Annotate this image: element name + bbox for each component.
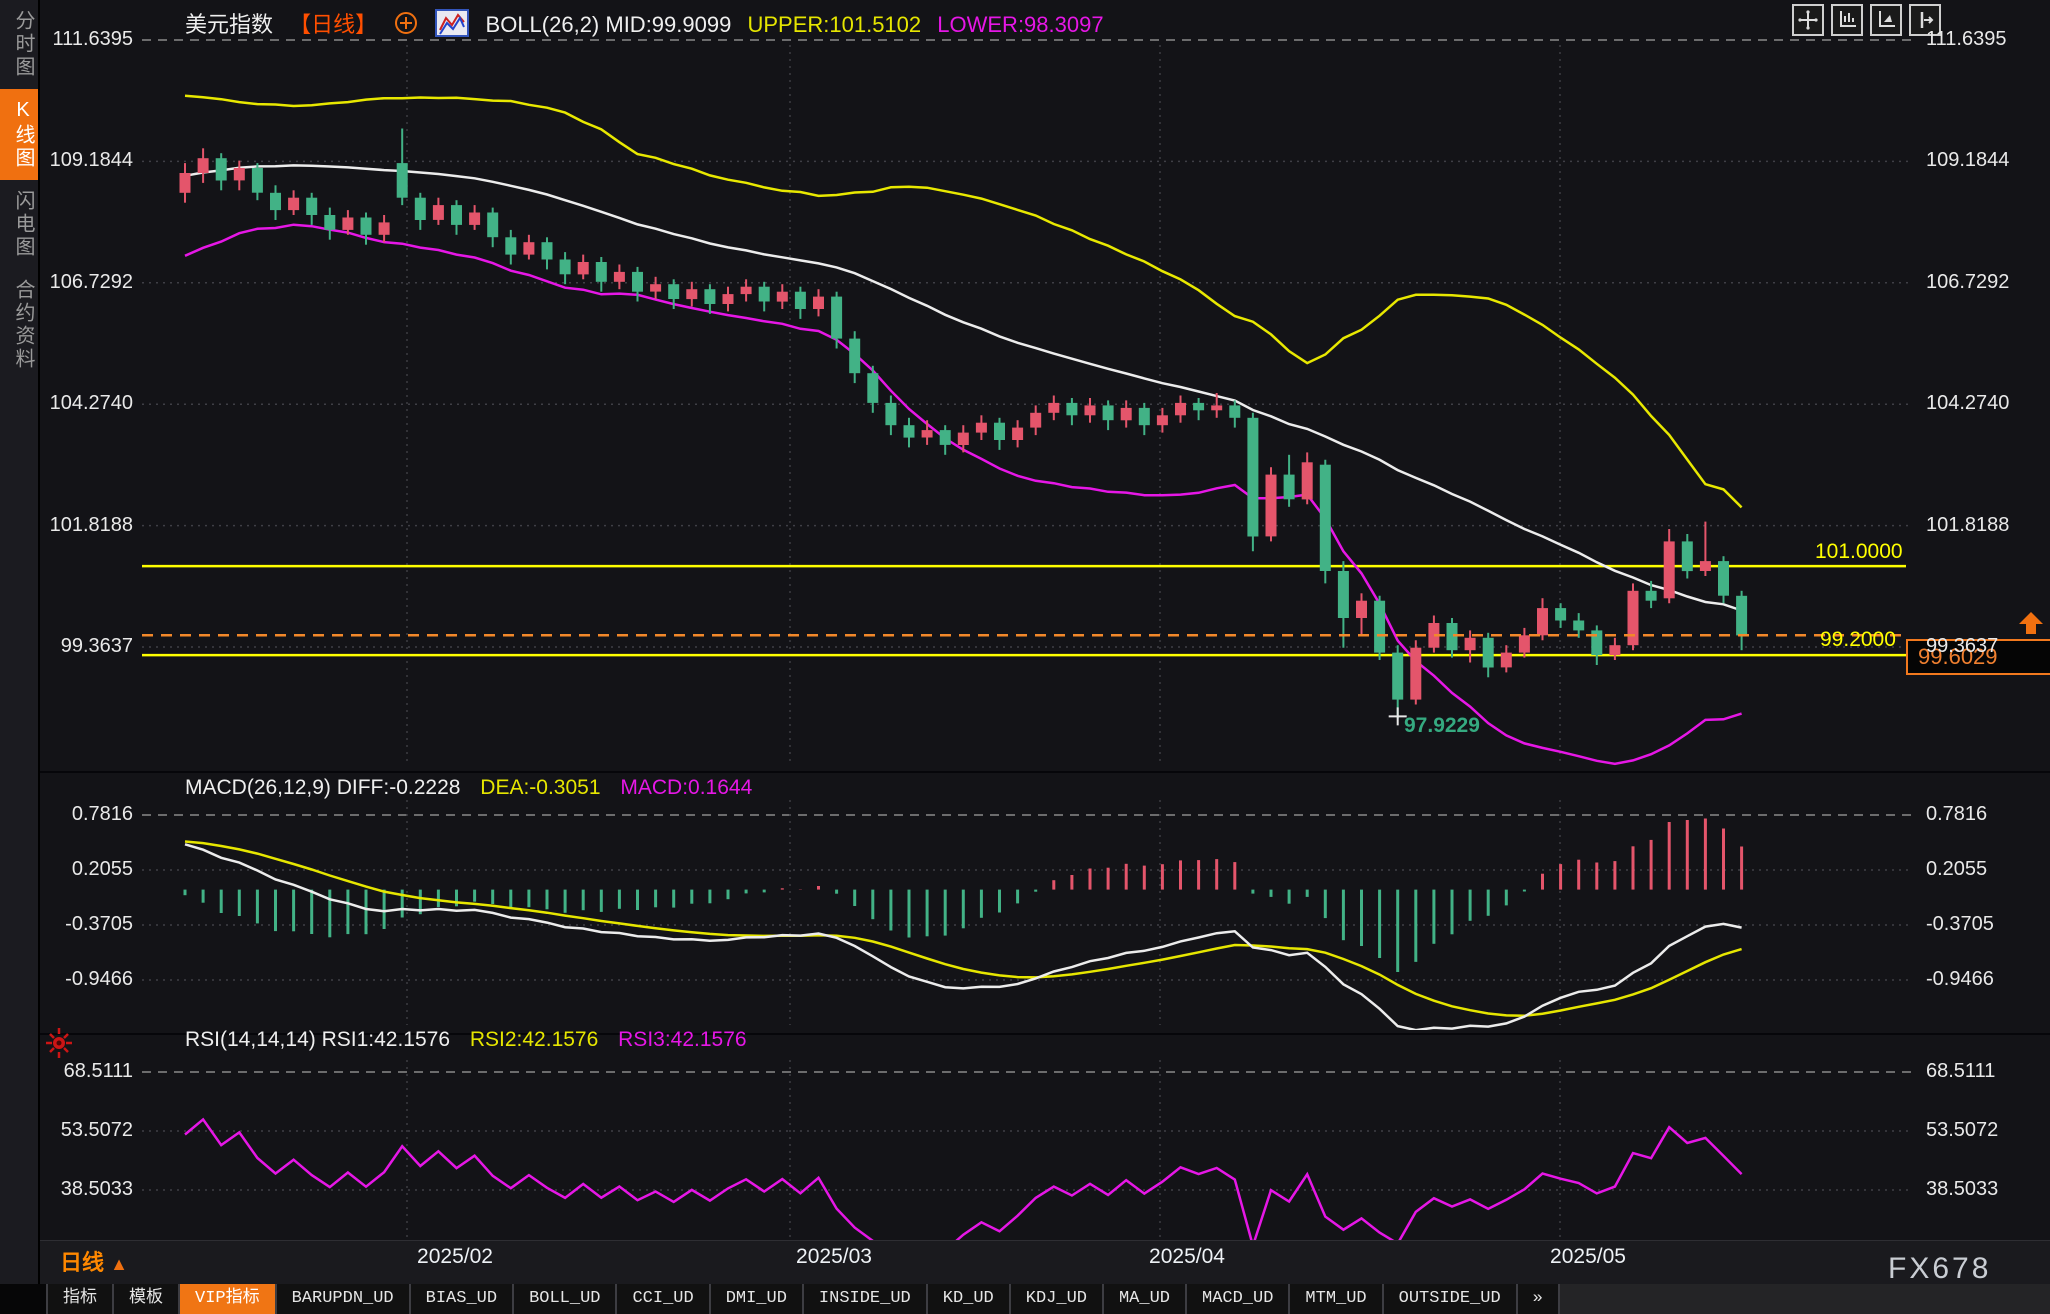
tab-INSIDE_UD[interactable]: INSIDE_UD bbox=[801, 1284, 926, 1314]
tab-MA_UD[interactable]: MA_UD bbox=[1101, 1284, 1185, 1314]
period-arrow-icon: ▲ bbox=[110, 1254, 128, 1274]
axis-label: 111.6395 bbox=[52, 28, 133, 50]
mini-chart-icon[interactable] bbox=[435, 9, 475, 42]
tab-[interactable]: 指标 bbox=[46, 1284, 112, 1314]
axis-label: 53.5072 bbox=[60, 1118, 133, 1141]
axis-label: -0.3705 bbox=[65, 912, 133, 935]
hline-992-label: 99.2000 bbox=[1820, 628, 1896, 651]
axis-label: 0.7816 bbox=[1926, 802, 1988, 825]
period-tag[interactable]: 【日线】 bbox=[289, 12, 377, 37]
tab-KD_UD[interactable]: KD_UD bbox=[925, 1284, 1009, 1314]
axis-label: -0.9466 bbox=[65, 967, 133, 990]
app-window: 分时图 K线图 闪电图 合约资料 美元指数 【日线】 BOLL(26,2) MID:9… bbox=[0, 0, 2050, 1314]
axis-label: 111.6395 bbox=[1926, 28, 2007, 50]
axis-label: 99.3637 bbox=[60, 635, 133, 657]
chart-header: 美元指数 【日线】 BOLL(26,2) MID:99.9099 UPPER:1… bbox=[185, 7, 1114, 43]
tab-BOLL_UD[interactable]: BOLL_UD bbox=[512, 1284, 616, 1314]
watermark: FX678 bbox=[1888, 1252, 1992, 1285]
macd-header: MACD(26,12,9) DIFF:-0.2228 DEA:-0.3051 M… bbox=[185, 776, 766, 800]
circle-plus-icon[interactable] bbox=[393, 12, 425, 41]
macd-main-label: MACD(26,12,9) DIFF:-0.2228 bbox=[185, 776, 461, 799]
tab-KDJ_UD[interactable]: KDJ_UD bbox=[1008, 1284, 1102, 1314]
macd-macd-label: MACD:0.1644 bbox=[620, 776, 753, 799]
hline-101-label: 101.0000 bbox=[1815, 540, 1903, 563]
chart-toolbox bbox=[1792, 4, 1941, 36]
macd-dea-label: DEA:-0.3051 bbox=[480, 776, 601, 799]
month-label: 2025/05 bbox=[1550, 1245, 1626, 1268]
axis-label: 0.7816 bbox=[71, 802, 133, 825]
axis-label: 0.2055 bbox=[1926, 857, 1988, 880]
period-selector[interactable]: 日线 ▲ bbox=[60, 1245, 128, 1277]
axis-label: 68.5111 bbox=[63, 1060, 133, 1082]
boll-label: BOLL(26,2) MID:99.9099 bbox=[485, 12, 732, 37]
xaxis-strip bbox=[40, 1240, 2050, 1285]
tab-CCI_UD[interactable]: CCI_UD bbox=[615, 1284, 709, 1314]
rsi-header: RSI(14,14,14) RSI1:42.1576 RSI2:42.1576 … bbox=[185, 1028, 761, 1052]
month-label: 2025/02 bbox=[417, 1245, 493, 1268]
chart-canvas[interactable] bbox=[0, 0, 2050, 1314]
tabbar-spacer bbox=[0, 1284, 46, 1314]
axis-label: 104.2740 bbox=[1926, 392, 2010, 415]
axis-label: 101.8188 bbox=[49, 513, 133, 536]
month-label: 2025/04 bbox=[1149, 1245, 1225, 1268]
tab-[interactable]: » bbox=[1515, 1284, 1558, 1314]
axis-label: 38.5033 bbox=[1926, 1177, 1999, 1200]
axis-label: 68.5111 bbox=[1926, 1060, 1996, 1082]
axis-label: 38.5033 bbox=[60, 1177, 133, 1200]
tab-MTM_UD[interactable]: MTM_UD bbox=[1288, 1284, 1382, 1314]
axis-label: 109.1844 bbox=[1926, 149, 2010, 172]
axis-label: 106.7292 bbox=[1926, 270, 2010, 293]
axis-bars-icon[interactable] bbox=[1831, 4, 1863, 36]
tab-BARUPDN_UD[interactable]: BARUPDN_UD bbox=[274, 1284, 409, 1314]
axis-play-icon[interactable] bbox=[1870, 4, 1902, 36]
axis-label: 104.2740 bbox=[49, 392, 133, 415]
axis-label: 99.3637 bbox=[1926, 635, 1999, 657]
axis-label: 109.1844 bbox=[49, 149, 133, 172]
axis-label: -0.3705 bbox=[1926, 912, 1994, 935]
boll-upper-label: UPPER:101.5102 bbox=[747, 12, 922, 37]
low-price-label: 97.9229 bbox=[1404, 714, 1480, 737]
symbol-title: 美元指数 bbox=[185, 12, 274, 37]
pan-tool-icon[interactable] bbox=[1792, 4, 1824, 36]
tab-DMI_UD[interactable]: DMI_UD bbox=[708, 1284, 802, 1314]
tabbar-filler bbox=[1557, 1284, 2050, 1314]
tab-OUTSIDE_UD[interactable]: OUTSIDE_UD bbox=[1381, 1284, 1516, 1314]
tab-VIP[interactable]: VIP指标 bbox=[178, 1284, 275, 1314]
month-label: 2025/03 bbox=[796, 1245, 872, 1268]
axis-label: 53.5072 bbox=[1926, 1118, 1999, 1141]
rsi1-label: RSI(14,14,14) RSI1:42.1576 bbox=[185, 1028, 451, 1051]
axis-label: 0.2055 bbox=[71, 857, 133, 880]
tab-BIAS_UD[interactable]: BIAS_UD bbox=[408, 1284, 513, 1314]
tab-MACD_UD[interactable]: MACD_UD bbox=[1185, 1284, 1289, 1314]
tab-[interactable]: 模板 bbox=[112, 1284, 178, 1314]
rsi2-label: RSI2:42.1576 bbox=[469, 1028, 599, 1051]
axis-label: -0.9466 bbox=[1926, 967, 1994, 990]
indicator-tabbar: 指标 模板 VIP指标 BARUPDN_UD BIAS_UD BOLL_UD CCI_UD D… bbox=[0, 1284, 2050, 1314]
axis-label: 101.8188 bbox=[1926, 513, 2010, 536]
sidebar-item-2[interactable]: 闪电图 bbox=[0, 180, 38, 269]
axis-label: 106.7292 bbox=[49, 270, 133, 293]
boll-lower-label: LOWER:98.3097 bbox=[937, 12, 1104, 37]
rsi3-label: RSI3:42.1576 bbox=[618, 1028, 747, 1051]
